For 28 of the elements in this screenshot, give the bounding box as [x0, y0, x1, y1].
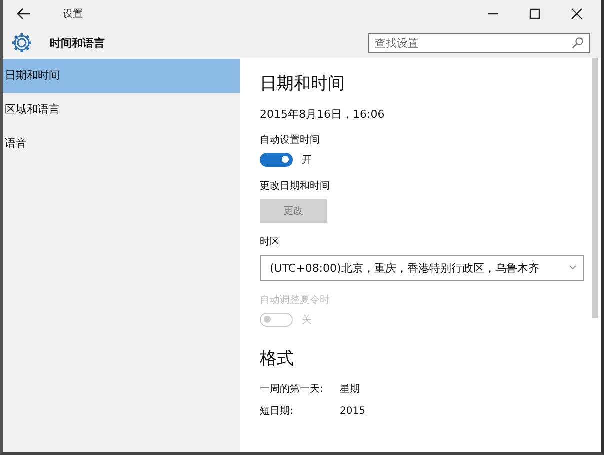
current-date-time: 2015年8月16日，16:06 [260, 107, 386, 122]
toggle-state: 关 [302, 314, 312, 327]
setting-label: 更改日期和时间 [260, 180, 331, 193]
section-heading: 日期和时间 [260, 73, 346, 95]
search-icon[interactable] [572, 37, 584, 49]
setting-label: 时区 [260, 236, 281, 249]
format-label: 短日期: [260, 404, 294, 418]
search-field[interactable]: 查找设置 [368, 33, 590, 53]
maximize-icon[interactable] [529, 8, 541, 20]
scrollbar[interactable] [589, 58, 601, 452]
back-icon[interactable] [17, 8, 31, 20]
sidebar-item[interactable]: 区域和语言 [3, 93, 240, 127]
toggle-state: 开 [302, 154, 312, 167]
section-heading: 格式 [260, 348, 295, 370]
format-value: 星期 [340, 382, 360, 396]
timezone-dropdown[interactable]: (UTC+08:00)北京，重庆，香港特别行政区，乌鲁木齐 [260, 255, 584, 281]
sidebar-item[interactable]: 语音 [3, 127, 240, 161]
format-value: 2015 [340, 406, 366, 416]
format-label: 一周的第一天: [260, 383, 324, 396]
gear-icon [11, 32, 33, 54]
page-title: 时间和语言 [50, 36, 105, 50]
window-title: 设置 [63, 8, 83, 21]
close-icon[interactable] [571, 8, 583, 20]
setting-label: 自动调整夏令时 [260, 294, 331, 307]
sidebar-item[interactable]: 日期和时间 [3, 59, 240, 93]
toggle-switch[interactable] [260, 153, 293, 167]
chevron-icon [569, 265, 577, 271]
setting-label: 自动设置时间 [260, 134, 321, 147]
